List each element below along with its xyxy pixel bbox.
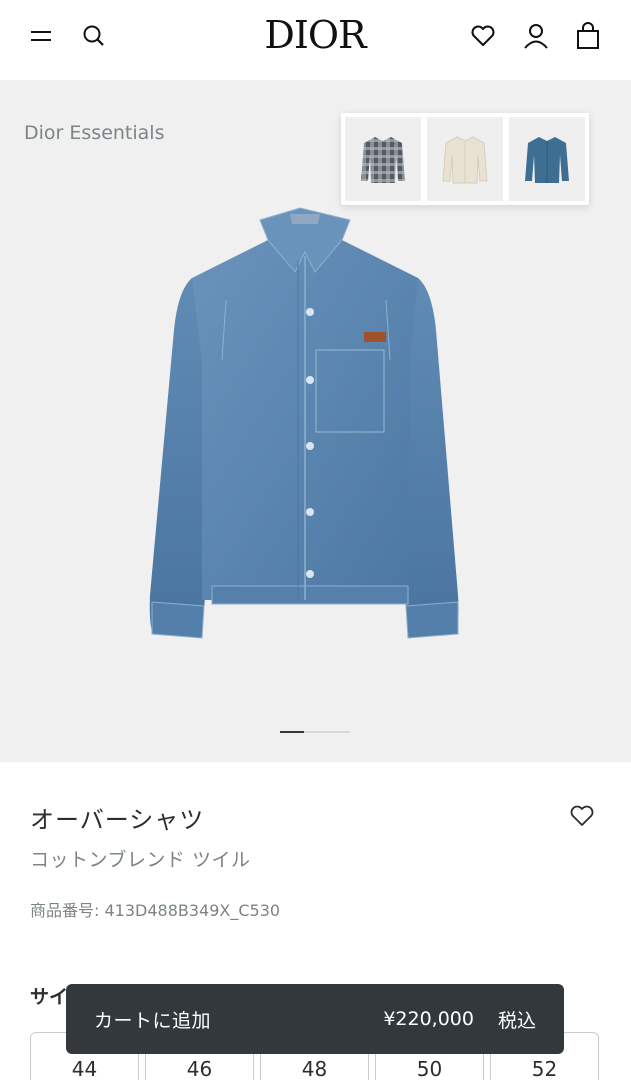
- product-subtitle: コットンブレンド ツイル: [30, 849, 251, 871]
- user-icon[interactable]: [520, 20, 552, 52]
- color-swatches: [341, 113, 589, 205]
- menu-icon[interactable]: [25, 20, 57, 52]
- bag-icon[interactable]: [572, 20, 604, 52]
- swatch-check-shirt[interactable]: [345, 117, 421, 201]
- product-title: オーバーシャツ: [30, 806, 205, 834]
- swatch-blue-jacket[interactable]: [509, 117, 585, 201]
- size-label: サイ: [30, 986, 69, 1008]
- price: ¥220,000: [383, 1008, 474, 1030]
- product-reference: 商品番号: 413D488B349X_C530: [30, 901, 281, 920]
- add-to-cart-label: カートに追加: [94, 1009, 212, 1032]
- swatch-cream-jacket[interactable]: [427, 117, 503, 201]
- collection-label: Dior Essentials: [24, 122, 165, 144]
- tax-included-label: 税込: [497, 1009, 536, 1032]
- carousel-dot-2[interactable]: [304, 731, 350, 733]
- add-to-cart-button[interactable]: カートに追加 ¥220,000 税込: [66, 984, 564, 1054]
- product-gallery[interactable]: Dior Essentials: [0, 80, 631, 762]
- product-image: [140, 200, 470, 650]
- carousel-dot-1[interactable]: [280, 731, 304, 733]
- wishlist-heart-icon[interactable]: [566, 800, 598, 832]
- dior-logo[interactable]: DIOR: [215, 10, 415, 60]
- heart-icon[interactable]: [467, 20, 499, 52]
- carousel-indicator[interactable]: [280, 731, 350, 733]
- header: DIOR: [0, 0, 631, 80]
- search-icon[interactable]: [78, 20, 110, 52]
